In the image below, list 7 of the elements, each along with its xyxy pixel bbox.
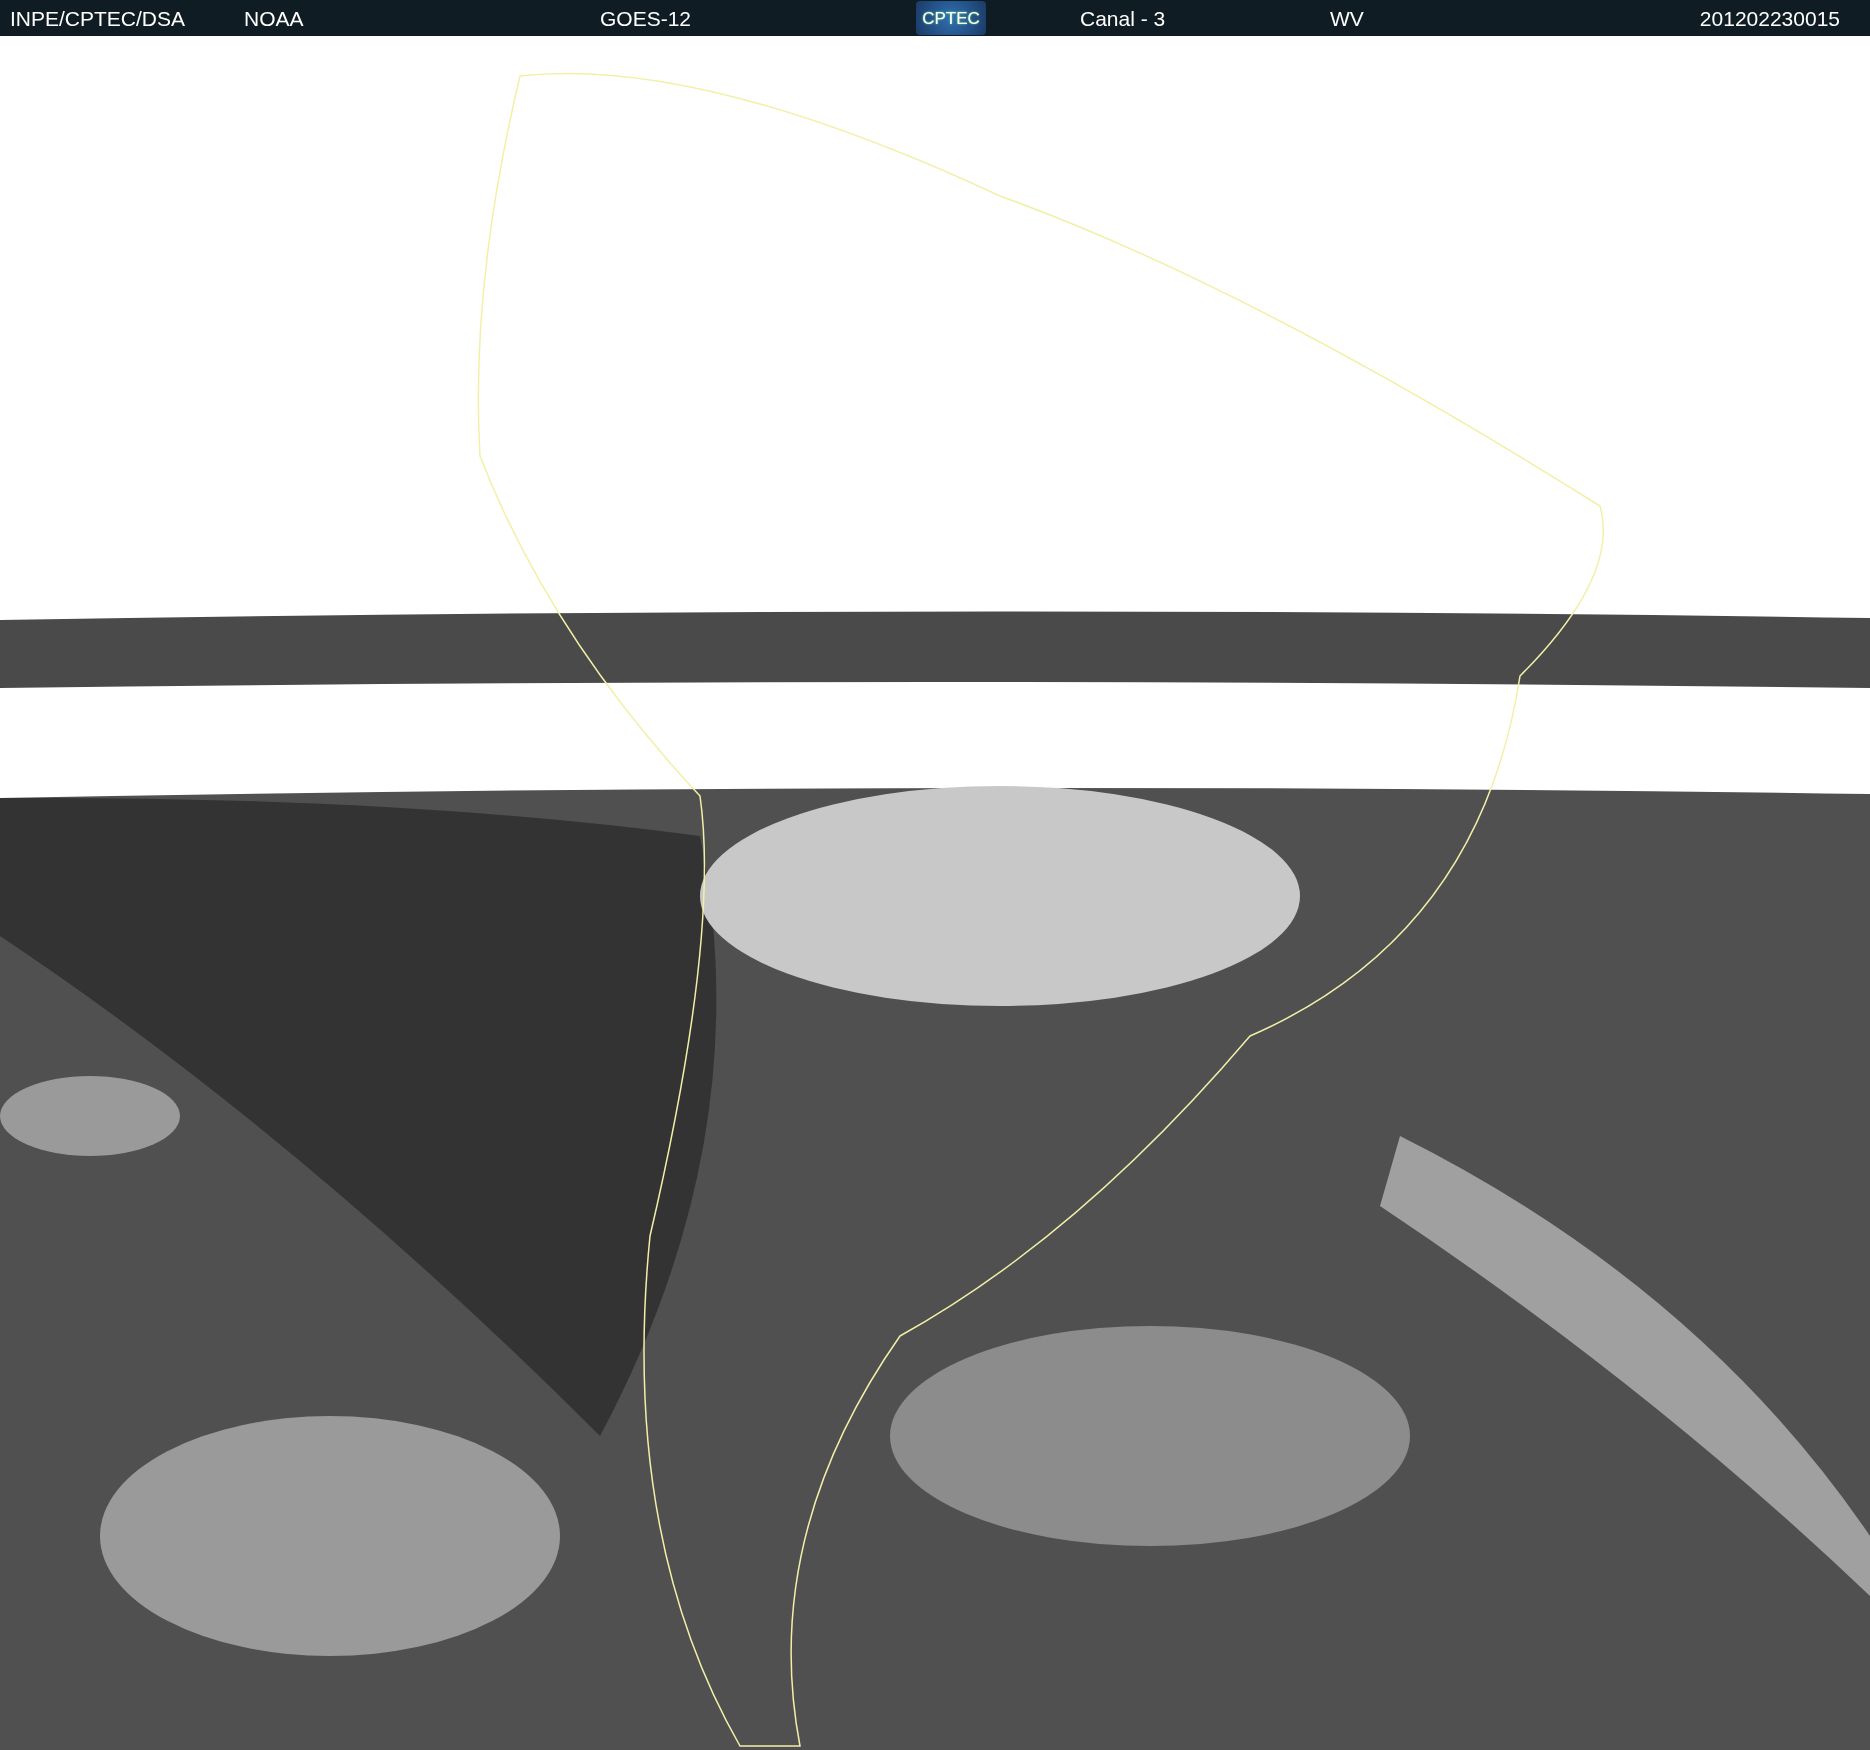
timestamp-label: 201202230015 — [1699, 7, 1840, 29]
logo: CPTEC — [916, 1, 986, 35]
source-label: INPE/CPTEC/DSA — [10, 7, 187, 29]
band-label: WV — [1330, 7, 1365, 29]
channel-label: Canal - 3 — [1080, 7, 1167, 29]
satellite-label: GOES-12 — [600, 7, 693, 29]
agency-label: NOAA — [244, 7, 305, 29]
